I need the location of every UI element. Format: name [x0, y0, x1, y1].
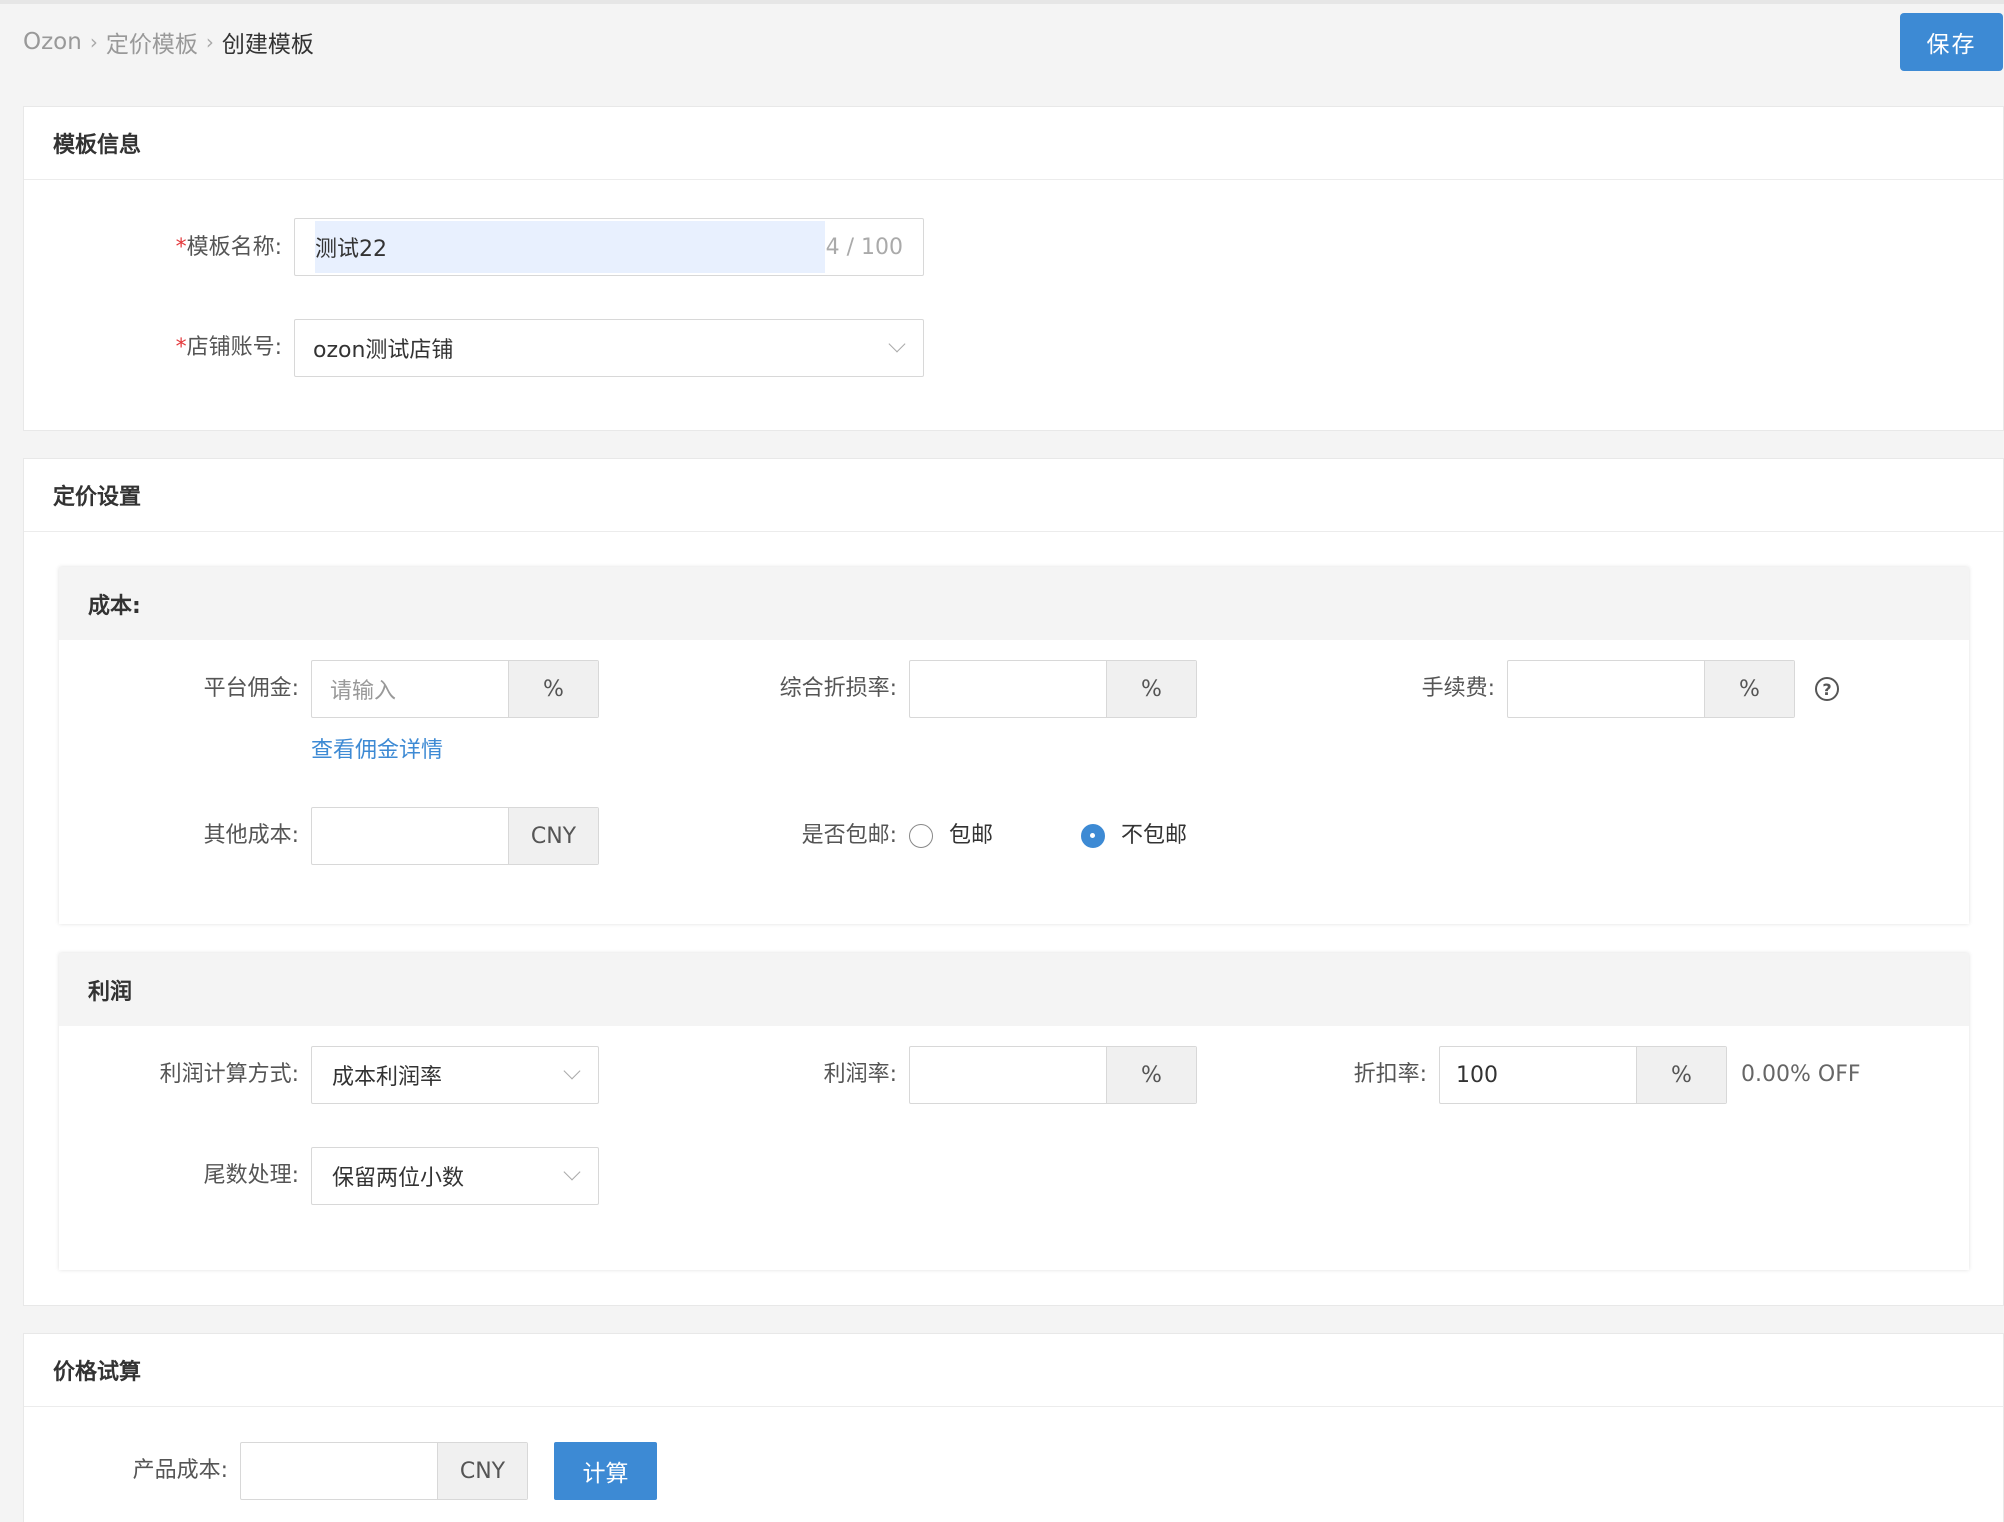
- discount-rate-label: 折扣率:: [1353, 1062, 1427, 1087]
- template-info-card: 模板信息 *模板名称: 测试22 4 / 100 *店铺账号: ozon测试店铺: [23, 106, 2004, 431]
- chevron-right-icon: ›: [205, 30, 214, 54]
- breadcrumb-root[interactable]: Ozon: [23, 29, 82, 55]
- card-title: 模板信息: [24, 107, 2003, 180]
- percent-addon: %: [508, 661, 598, 717]
- profit-section: 利润 利润计算方式: 成本利润率 利润率: % 折扣率: 100 % 0.00%…: [59, 953, 1969, 1270]
- breadcrumb-pricing-templates[interactable]: 定价模板: [106, 25, 198, 59]
- cny-addon: CNY: [437, 1443, 527, 1499]
- section-title: 利润: [59, 953, 1969, 1026]
- percent-addon: %: [1106, 1047, 1196, 1103]
- percent-addon: %: [1106, 661, 1196, 717]
- section-title: 成本:: [59, 567, 1969, 640]
- commission-details-link[interactable]: 查看佣金详情: [311, 732, 443, 764]
- profit-rate-input[interactable]: %: [909, 1046, 1197, 1104]
- price-trial-card: 价格试算 产品成本: CNY 计算: [23, 1333, 2004, 1522]
- other-cost-input[interactable]: CNY: [311, 807, 599, 865]
- percent-addon: %: [1636, 1047, 1726, 1103]
- chevron-down-icon: [563, 1062, 581, 1080]
- commission-input[interactable]: 请输入 %: [311, 660, 599, 718]
- profit-rate-label: 利润率:: [823, 1062, 897, 1087]
- free-shipping-label: 是否包邮:: [801, 823, 897, 848]
- question-circle-icon[interactable]: ?: [1815, 677, 1839, 701]
- text-selection-highlight: [315, 221, 825, 273]
- percent-addon: %: [1704, 661, 1794, 717]
- free-shipping-option-label[interactable]: 包邮: [949, 821, 993, 851]
- chevron-down-icon: [888, 335, 906, 353]
- no-free-shipping-radio[interactable]: [1081, 824, 1105, 848]
- top-border: [0, 0, 2004, 4]
- char-counter: 4 / 100: [825, 234, 903, 260]
- card-title: 定价设置: [24, 459, 2003, 532]
- product-cost-label: 产品成本:: [132, 1458, 228, 1483]
- chevron-down-icon: [563, 1163, 581, 1181]
- loss-rate-input[interactable]: %: [909, 660, 1197, 718]
- template-name-input[interactable]: 测试22 4 / 100: [294, 218, 924, 276]
- pricing-settings-card: 定价设置 成本: 平台佣金: 请输入 % 查看佣金详情 综合折损率: % 手续费…: [23, 458, 2004, 1306]
- free-shipping-radio[interactable]: [909, 824, 933, 848]
- product-cost-input[interactable]: CNY: [240, 1442, 528, 1500]
- rounding-select[interactable]: 保留两位小数: [311, 1147, 599, 1205]
- breadcrumb-current: 创建模板: [221, 32, 314, 58]
- commission-label: 平台佣金:: [203, 676, 299, 701]
- cost-section: 成本: 平台佣金: 请输入 % 查看佣金详情 综合折损率: % 手续费: % ?…: [59, 567, 1969, 924]
- profit-method-select[interactable]: 成本利润率: [311, 1046, 599, 1104]
- no-free-shipping-option-label[interactable]: 不包邮: [1121, 821, 1187, 851]
- chevron-right-icon: ›: [89, 30, 98, 54]
- template-name-label: *模板名称:: [175, 235, 282, 260]
- cny-addon: CNY: [508, 808, 598, 864]
- calculate-button[interactable]: 计算: [554, 1442, 657, 1500]
- shop-account-label: *店铺账号:: [175, 335, 282, 360]
- fee-input[interactable]: %: [1507, 660, 1795, 718]
- card-title: 价格试算: [24, 1334, 2003, 1407]
- save-button[interactable]: 保存: [1900, 13, 2003, 71]
- breadcrumb: Ozon › 定价模板 › 创建模板: [23, 26, 314, 58]
- profit-method-label: 利润计算方式:: [159, 1062, 299, 1087]
- loss-rate-label: 综合折损率:: [779, 676, 897, 701]
- fee-label: 手续费:: [1421, 676, 1495, 701]
- shop-account-select[interactable]: ozon测试店铺: [294, 319, 924, 377]
- discount-off-text: 0.00% OFF: [1741, 1062, 1861, 1087]
- other-cost-label: 其他成本:: [203, 823, 299, 848]
- rounding-label: 尾数处理:: [203, 1163, 299, 1188]
- discount-rate-input[interactable]: 100 %: [1439, 1046, 1727, 1104]
